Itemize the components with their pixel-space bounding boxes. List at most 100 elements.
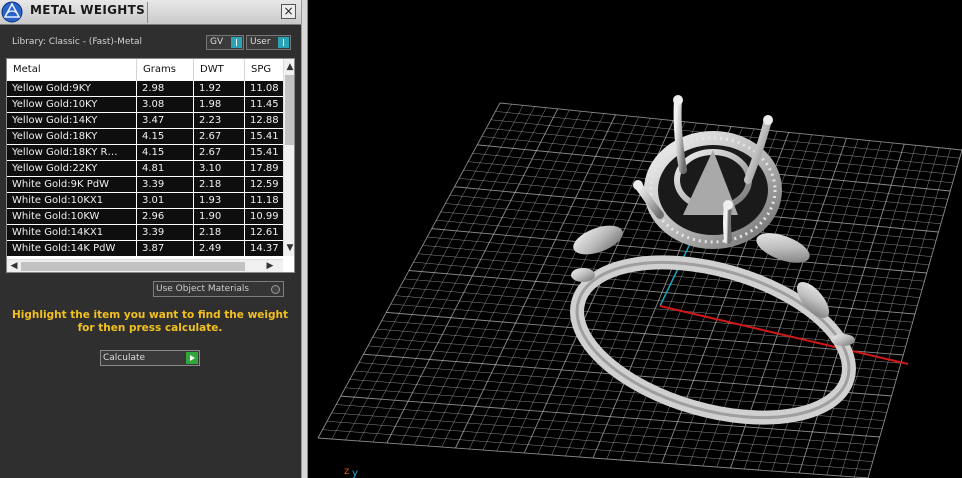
grid-line	[317, 437, 869, 478]
table-row[interactable]: White Gold:14K PdW 3.87 2.49 14.37	[7, 241, 283, 256]
table-row[interactable]: Yellow Gold:18KY 4.15 2.67 15.41	[7, 129, 283, 145]
axis-label-z: z	[344, 466, 349, 477]
scroll-up-icon[interactable]: ▲	[285, 62, 294, 72]
close-icon: ×	[283, 4, 294, 18]
table-header: Metal Grams DWT SPG	[7, 59, 283, 81]
cell-metal: Yellow Gold:18KY	[12, 131, 98, 142]
table-row[interactable]: White Gold:10KX1 3.01 1.93 11.18	[7, 193, 283, 209]
cell-grams: 4.15	[136, 145, 193, 160]
cell-dwt: 1.93	[193, 193, 244, 208]
horizontal-scroll-thumb[interactable]	[21, 262, 245, 271]
panel-splitter[interactable]	[301, 0, 308, 478]
table-row[interactable]: Yellow Gold:14KY 3.47 2.23 12.88	[7, 113, 283, 129]
cell-spg: 12.88	[244, 113, 283, 128]
cell-spg: 11.08	[244, 81, 283, 96]
cell-metal: Yellow Gold:14KY	[12, 115, 98, 126]
cell-spg: 10.99	[244, 209, 283, 224]
column-header-dwt[interactable]: DWT	[193, 59, 244, 81]
axis-label-y: y	[352, 468, 358, 478]
cell-dwt: 2.18	[193, 225, 244, 240]
cell-grams: 3.39	[136, 177, 193, 192]
use-object-materials-label: Use Object Materials	[156, 284, 250, 294]
column-header-grams[interactable]: Grams	[136, 59, 193, 81]
axis-indicator: z y	[344, 466, 358, 478]
table-body: Yellow Gold:9KY 2.98 1.92 11.08 Yellow Gold:…	[7, 81, 283, 256]
cell-dwt: 2.49	[193, 241, 244, 256]
user-toggle[interactable]: User	[246, 35, 291, 50]
calculate-label: Calculate	[103, 353, 146, 363]
ring-model[interactable]	[559, 95, 867, 446]
metal-weights-panel: METAL WEIGHTS × Library: Classic - (Fast…	[0, 0, 301, 478]
metal-table: Metal Grams DWT SPG Yellow Gold:9KY 2.98 1…	[6, 58, 295, 273]
grid-line	[826, 146, 928, 476]
cell-metal: White Gold:10KX1	[12, 195, 104, 206]
grid-line	[840, 147, 940, 477]
panel-title: METAL WEIGHTS	[30, 3, 146, 17]
user-toggle-label: User	[250, 37, 271, 47]
instruction-message: Highlight the item you want to find the …	[12, 309, 288, 334]
scroll-right-icon[interactable]: ▶	[265, 261, 275, 271]
grid-line	[327, 421, 873, 462]
cell-metal: Yellow Gold:22KY	[12, 163, 98, 174]
cell-dwt: 1.98	[193, 97, 244, 112]
cell-dwt: 2.18	[193, 177, 244, 192]
grid-line	[867, 149, 962, 478]
cell-dwt: 1.90	[193, 209, 244, 224]
library-label: Library: Classic - (Fast)-Metal	[12, 37, 143, 47]
cell-metal: Yellow Gold:10KY	[12, 99, 98, 110]
table-row[interactable]: White Gold:10KW 2.96 1.90 10.99	[7, 209, 283, 225]
cell-grams: 3.08	[136, 97, 193, 112]
cell-dwt: 1.92	[193, 81, 244, 96]
perspective-grid	[317, 102, 962, 478]
column-header-spg[interactable]: SPG	[244, 59, 283, 81]
table-row[interactable]: Yellow Gold:22KY 4.81 3.10 17.89	[7, 161, 283, 177]
use-object-materials-option[interactable]: Use Object Materials	[153, 281, 284, 297]
cell-spg: 12.59	[244, 177, 283, 192]
toggle-switch-icon	[278, 37, 289, 48]
title-divider	[147, 2, 148, 23]
cell-dwt: 2.23	[193, 113, 244, 128]
cell-grams: 3.01	[136, 193, 193, 208]
horizontal-scrollbar[interactable]: ◀ ▶	[7, 259, 283, 272]
cell-metal: White Gold:10KW	[12, 211, 100, 222]
cell-spg: 12.61	[244, 225, 283, 240]
cell-dwt: 3.10	[193, 161, 244, 176]
3d-viewport[interactable]: z y	[308, 0, 962, 478]
cell-spg: 17.89	[244, 161, 283, 176]
calculate-button[interactable]: Calculate	[100, 350, 200, 366]
grid-line	[854, 148, 951, 478]
cell-spg: 14.37	[244, 241, 283, 256]
cell-grams: 4.15	[136, 129, 193, 144]
cell-grams: 3.39	[136, 225, 193, 240]
cell-metal: Yellow Gold:18KY R…	[12, 147, 118, 158]
cell-spg: 11.45	[244, 97, 283, 112]
table-row[interactable]: Yellow Gold:10KY 3.08 1.98 11.45	[7, 97, 283, 113]
radio-icon[interactable]	[271, 285, 280, 294]
vertical-scrollbar[interactable]: ▲ ▼	[283, 59, 294, 256]
cell-dwt: 2.67	[193, 129, 244, 144]
cell-grams: 4.81	[136, 161, 193, 176]
grid-line	[322, 429, 871, 471]
cell-metal: Yellow Gold:9KY	[12, 83, 91, 94]
gv-toggle[interactable]: GV	[206, 35, 244, 50]
viewport-canvas[interactable]: z y	[308, 0, 962, 478]
cell-metal: White Gold:14K PdW	[12, 243, 116, 254]
panel-titlebar: METAL WEIGHTS ×	[0, 0, 301, 25]
table-row[interactable]: Yellow Gold:9KY 2.98 1.92 11.08	[7, 81, 283, 97]
column-header-metal[interactable]: Metal	[7, 59, 136, 81]
cell-metal: White Gold:14KX1	[12, 227, 104, 238]
cell-dwt: 2.67	[193, 145, 244, 160]
vertical-scroll-thumb[interactable]	[285, 75, 294, 145]
table-row[interactable]: White Gold:14KX1 3.39 2.18 12.61	[7, 225, 283, 241]
scroll-left-icon[interactable]: ◀	[9, 261, 19, 271]
toggle-switch-icon	[231, 37, 242, 48]
cell-grams: 2.96	[136, 209, 193, 224]
cell-spg: 11.18	[244, 193, 283, 208]
cell-grams: 3.87	[136, 241, 193, 256]
table-row[interactable]: Yellow Gold:18KY R… 4.15 2.67 15.41	[7, 145, 283, 161]
table-row[interactable]: White Gold:9K PdW 3.39 2.18 12.59	[7, 177, 283, 193]
play-arrow-icon[interactable]	[186, 352, 198, 364]
scroll-down-icon[interactable]: ▼	[285, 243, 294, 253]
cell-spg: 15.41	[244, 129, 283, 144]
close-button[interactable]: ×	[281, 4, 296, 19]
